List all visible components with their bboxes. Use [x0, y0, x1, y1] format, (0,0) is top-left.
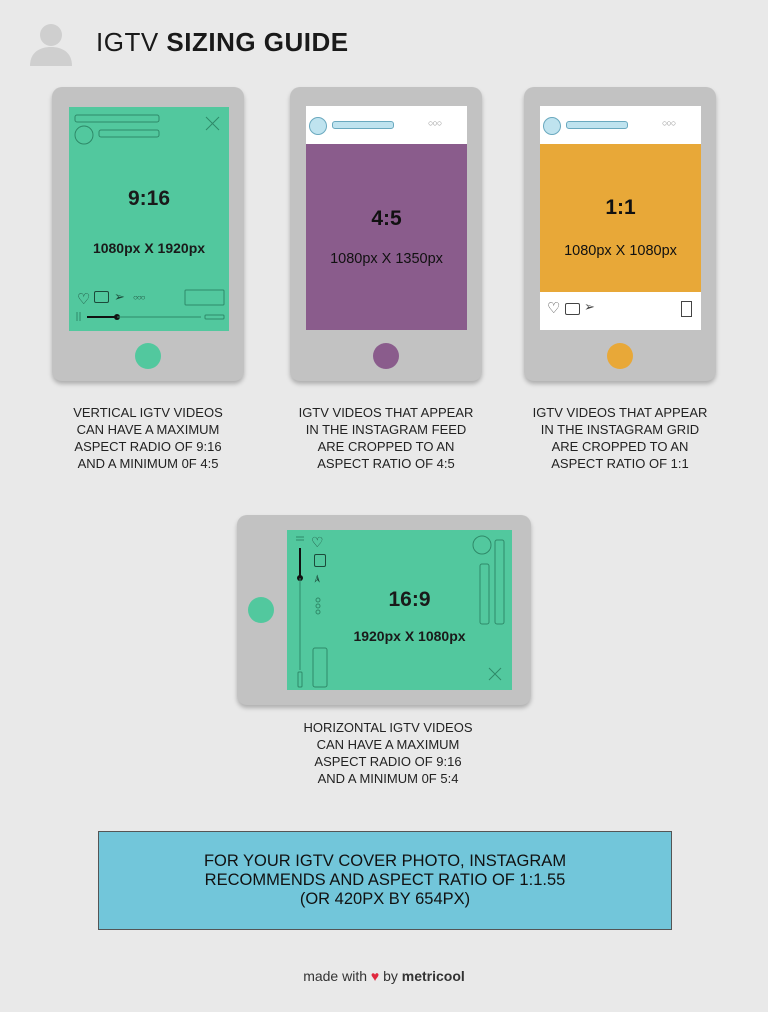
home-button: [248, 597, 274, 623]
feed-header: ○○○: [306, 106, 467, 144]
ratio-label: 1:1: [605, 196, 636, 219]
heart-icon[interactable]: ♡: [77, 290, 90, 308]
caption-line: ASPECT RADIO OF 9:16: [314, 754, 462, 769]
phone-horizontal: ♡ ➢ 16:9 1920px X 1080px: [237, 515, 531, 705]
send-icon[interactable]: ➢: [584, 299, 595, 315]
heart-icon: ♥: [370, 968, 380, 984]
dimensions-label: 1080px X 1350px: [330, 251, 443, 267]
cover-note-line: (OR 420PX BY 654PX): [299, 890, 471, 908]
more-dots-icon[interactable]: ○○○: [428, 118, 442, 128]
caption-line: ASPECT RATIO OF 1:1: [551, 456, 689, 471]
caption-feed: IGTV VIDEOS THAT APPEAR IN THE INSTAGRAM…: [282, 404, 490, 472]
phone-vertical: ♡ ➢ ○○○ 9:16 1080px X 1920px: [52, 87, 244, 381]
caption-vertical: VERTICAL IGTV VIDEOS CAN HAVE A MAXIMUM …: [44, 404, 252, 472]
caption-line: ARE CROPPED TO AN: [551, 439, 689, 454]
profile-icon: [543, 117, 561, 135]
send-icon[interactable]: ➢: [310, 574, 324, 584]
caption-line: AND A MINIMUM 0F 5:4: [317, 771, 459, 786]
cover-photo-note: FOR YOUR IGTV COVER PHOTO, INSTAGRAM REC…: [98, 831, 672, 930]
caption-line: CAN HAVE A MAXIMUM: [316, 737, 460, 752]
caption-grid: IGTV VIDEOS THAT APPEAR IN THE INSTAGRAM…: [516, 404, 724, 472]
brand-logo[interactable]: metricool: [402, 968, 465, 984]
home-button: [135, 343, 161, 369]
caption-line: VERTICAL IGTV VIDEOS: [73, 405, 223, 420]
bookmark-icon[interactable]: [681, 301, 692, 317]
footer-prefix: made with: [303, 968, 367, 984]
home-button: [607, 343, 633, 369]
footer-credit: made with ♥ by metricool: [0, 968, 768, 984]
caption-line: IGTV VIDEOS THAT APPEAR: [298, 405, 474, 420]
comment-icon[interactable]: [565, 303, 580, 315]
page-title: IGTV SIZING GUIDE: [96, 27, 349, 58]
home-button: [373, 343, 399, 369]
footer-by: by: [383, 968, 398, 984]
cover-note-line: FOR YOUR IGTV COVER PHOTO, INSTAGRAM: [203, 852, 567, 870]
caption-line: ARE CROPPED TO AN: [317, 439, 455, 454]
avatar-icon: [28, 20, 74, 66]
caption-line: ASPECT RATIO OF 4:5: [317, 456, 455, 471]
username-placeholder: [332, 121, 394, 129]
dimensions-label: 1080px X 1080px: [564, 243, 677, 259]
caption-line: IGTV VIDEOS THAT APPEAR: [532, 405, 708, 420]
screen-vertical: ♡ ➢ ○○○ 9:16 1080px X 1920px: [69, 107, 229, 331]
dimensions-label: 1080px X 1920px: [92, 240, 206, 256]
ratio-label: 9:16: [127, 187, 171, 210]
caption-line: HORIZONTAL IGTV VIDEOS: [303, 720, 473, 735]
caption-line: IN THE INSTAGRAM FEED: [305, 422, 467, 437]
ratio-label: 16:9: [388, 588, 431, 611]
caption-horizontal: HORIZONTAL IGTV VIDEOS CAN HAVE A MAXIMU…: [284, 719, 492, 787]
heart-icon[interactable]: ♡: [547, 299, 560, 317]
screen-horizontal: ♡ ➢ 16:9 1920px X 1080px: [287, 530, 512, 690]
comment-icon[interactable]: [94, 291, 109, 303]
phone-grid: ○○○ 1:1 1080px X 1080px ♡ ➢: [524, 87, 716, 381]
caption-line: AND A MINIMUM 0F 4:5: [77, 456, 219, 471]
caption-line: CAN HAVE A MAXIMUM: [76, 422, 220, 437]
grid-footer: ♡ ➢: [540, 292, 701, 330]
more-dots-icon[interactable]: ○○○: [662, 118, 676, 128]
username-placeholder: [566, 121, 628, 129]
title-light: IGTV: [96, 27, 159, 57]
title-bold: SIZING GUIDE: [166, 27, 349, 57]
vertical-ui-overlay: [74, 114, 225, 321]
screen-feed: 4:5 1080px X 1350px: [306, 144, 467, 330]
caption-line: ASPECT RADIO OF 9:16: [74, 439, 222, 454]
cover-note-line: RECOMMENDS AND ASPECT RATIO OF 1:1.55: [204, 871, 566, 889]
profile-icon: [309, 117, 327, 135]
heart-icon[interactable]: ♡: [311, 534, 324, 551]
grid-header: ○○○: [540, 106, 701, 144]
screen-grid: 1:1 1080px X 1080px: [540, 144, 701, 292]
close-icon[interactable]: [487, 666, 503, 682]
send-icon[interactable]: ➢: [114, 289, 125, 305]
ratio-label: 4:5: [371, 207, 402, 230]
caption-line: IN THE INSTAGRAM GRID: [540, 422, 700, 437]
close-icon[interactable]: [203, 113, 221, 131]
comment-icon[interactable]: [314, 554, 326, 567]
phone-feed: ○○○ 4:5 1080px X 1350px: [290, 87, 482, 381]
dimensions-label: 1920px X 1080px: [353, 628, 466, 644]
more-dots-icon[interactable]: ○○○: [133, 293, 145, 302]
